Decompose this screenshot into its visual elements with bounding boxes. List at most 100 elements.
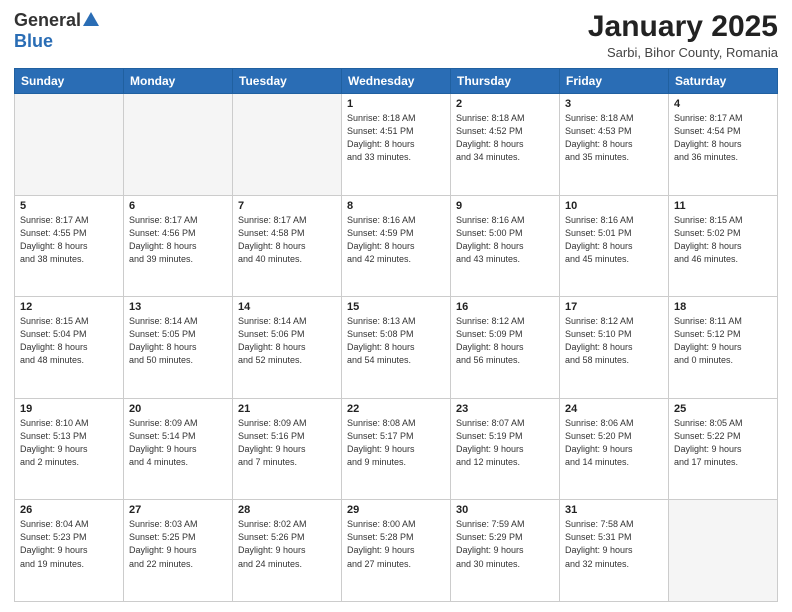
day-info: Sunrise: 8:17 AM Sunset: 4:54 PM Dayligh… (674, 112, 772, 164)
calendar-cell: 23 Sunrise: 8:07 AM Sunset: 5:19 PM Dayli… (451, 398, 560, 500)
logo-triangle-icon (83, 12, 99, 26)
day-number: 9 (456, 200, 554, 212)
calendar-cell: 12 Sunrise: 8:15 AM Sunset: 5:04 PM Dayli… (15, 297, 124, 399)
day-number: 25 (674, 403, 772, 415)
day-number: 26 (20, 504, 118, 516)
calendar-cell: 13 Sunrise: 8:14 AM Sunset: 5:05 PM Dayli… (124, 297, 233, 399)
day-info: Sunrise: 8:06 AM Sunset: 5:20 PM Dayligh… (565, 417, 663, 469)
day-info: Sunrise: 8:15 AM Sunset: 5:02 PM Dayligh… (674, 214, 772, 266)
day-info: Sunrise: 8:17 AM Sunset: 4:58 PM Dayligh… (238, 214, 336, 266)
calendar-cell (669, 500, 778, 602)
calendar-cell (233, 94, 342, 196)
day-info: Sunrise: 8:05 AM Sunset: 5:22 PM Dayligh… (674, 417, 772, 469)
calendar-cell: 24 Sunrise: 8:06 AM Sunset: 5:20 PM Dayli… (560, 398, 669, 500)
day-number: 27 (129, 504, 227, 516)
calendar-cell: 21 Sunrise: 8:09 AM Sunset: 5:16 PM Dayli… (233, 398, 342, 500)
day-info: Sunrise: 8:18 AM Sunset: 4:52 PM Dayligh… (456, 112, 554, 164)
day-info: Sunrise: 8:16 AM Sunset: 5:00 PM Dayligh… (456, 214, 554, 266)
weekday-header-saturday: Saturday (669, 69, 778, 94)
day-number: 23 (456, 403, 554, 415)
day-number: 11 (674, 200, 772, 212)
day-number: 14 (238, 301, 336, 313)
day-number: 4 (674, 98, 772, 110)
calendar-cell: 11 Sunrise: 8:15 AM Sunset: 5:02 PM Dayli… (669, 195, 778, 297)
day-info: Sunrise: 8:14 AM Sunset: 5:06 PM Dayligh… (238, 315, 336, 367)
calendar-cell (124, 94, 233, 196)
day-info: Sunrise: 8:18 AM Sunset: 4:53 PM Dayligh… (565, 112, 663, 164)
day-number: 29 (347, 504, 445, 516)
weekday-header-friday: Friday (560, 69, 669, 94)
calendar-cell: 17 Sunrise: 8:12 AM Sunset: 5:10 PM Dayli… (560, 297, 669, 399)
day-info: Sunrise: 8:14 AM Sunset: 5:05 PM Dayligh… (129, 315, 227, 367)
header: General Blue January 2025 Sarbi, Bihor C… (14, 10, 778, 60)
day-info: Sunrise: 8:15 AM Sunset: 5:04 PM Dayligh… (20, 315, 118, 367)
calendar-cell (15, 94, 124, 196)
calendar-cell: 4 Sunrise: 8:17 AM Sunset: 4:54 PM Daylig… (669, 94, 778, 196)
calendar-cell: 5 Sunrise: 8:17 AM Sunset: 4:55 PM Daylig… (15, 195, 124, 297)
calendar-cell: 22 Sunrise: 8:08 AM Sunset: 5:17 PM Dayli… (342, 398, 451, 500)
day-number: 13 (129, 301, 227, 313)
day-number: 22 (347, 403, 445, 415)
day-info: Sunrise: 8:07 AM Sunset: 5:19 PM Dayligh… (456, 417, 554, 469)
day-info: Sunrise: 7:59 AM Sunset: 5:29 PM Dayligh… (456, 518, 554, 570)
day-info: Sunrise: 8:16 AM Sunset: 5:01 PM Dayligh… (565, 214, 663, 266)
day-number: 5 (20, 200, 118, 212)
logo-blue-text: Blue (14, 31, 53, 52)
calendar-cell: 27 Sunrise: 8:03 AM Sunset: 5:25 PM Dayli… (124, 500, 233, 602)
calendar-cell: 3Sunrise: 8:18 AM Sunset: 4:53 PM Daylig… (560, 94, 669, 196)
day-number: 20 (129, 403, 227, 415)
day-info: Sunrise: 8:11 AM Sunset: 5:12 PM Dayligh… (674, 315, 772, 367)
calendar-cell: 30 Sunrise: 7:59 AM Sunset: 5:29 PM Dayli… (451, 500, 560, 602)
day-info: Sunrise: 8:04 AM Sunset: 5:23 PM Dayligh… (20, 518, 118, 570)
calendar-cell: 25 Sunrise: 8:05 AM Sunset: 5:22 PM Dayli… (669, 398, 778, 500)
logo-general-text: General (14, 10, 81, 31)
day-number: 12 (20, 301, 118, 313)
calendar-table: SundayMondayTuesdayWednesdayThursdayFrid… (14, 68, 778, 602)
day-number: 30 (456, 504, 554, 516)
day-number: 28 (238, 504, 336, 516)
day-number: 6 (129, 200, 227, 212)
calendar-cell: 16 Sunrise: 8:12 AM Sunset: 5:09 PM Dayli… (451, 297, 560, 399)
day-info: Sunrise: 8:00 AM Sunset: 5:28 PM Dayligh… (347, 518, 445, 570)
day-number: 17 (565, 301, 663, 313)
day-number: 21 (238, 403, 336, 415)
day-number: 2 (456, 98, 554, 110)
calendar-cell: 10 Sunrise: 8:16 AM Sunset: 5:01 PM Dayli… (560, 195, 669, 297)
calendar-cell: 14 Sunrise: 8:14 AM Sunset: 5:06 PM Dayli… (233, 297, 342, 399)
day-info: Sunrise: 8:03 AM Sunset: 5:25 PM Dayligh… (129, 518, 227, 570)
day-number: 24 (565, 403, 663, 415)
day-number: 31 (565, 504, 663, 516)
calendar-cell: 18 Sunrise: 8:11 AM Sunset: 5:12 PM Dayli… (669, 297, 778, 399)
calendar-cell: 20 Sunrise: 8:09 AM Sunset: 5:14 PM Dayli… (124, 398, 233, 500)
weekday-header-tuesday: Tuesday (233, 69, 342, 94)
day-info: Sunrise: 8:12 AM Sunset: 5:09 PM Dayligh… (456, 315, 554, 367)
day-number: 15 (347, 301, 445, 313)
weekday-header-monday: Monday (124, 69, 233, 94)
calendar-cell: 28 Sunrise: 8:02 AM Sunset: 5:26 PM Dayli… (233, 500, 342, 602)
day-info: Sunrise: 8:12 AM Sunset: 5:10 PM Dayligh… (565, 315, 663, 367)
day-info: Sunrise: 8:13 AM Sunset: 5:08 PM Dayligh… (347, 315, 445, 367)
day-info: Sunrise: 8:17 AM Sunset: 4:56 PM Dayligh… (129, 214, 227, 266)
day-info: Sunrise: 8:08 AM Sunset: 5:17 PM Dayligh… (347, 417, 445, 469)
day-number: 7 (238, 200, 336, 212)
day-info: Sunrise: 8:16 AM Sunset: 4:59 PM Dayligh… (347, 214, 445, 266)
month-title: January 2025 (588, 10, 778, 43)
calendar-cell: 2 Sunrise: 8:18 AM Sunset: 4:52 PM Daylig… (451, 94, 560, 196)
day-info: Sunrise: 8:09 AM Sunset: 5:16 PM Dayligh… (238, 417, 336, 469)
location: Sarbi, Bihor County, Romania (588, 45, 778, 60)
day-number: 16 (456, 301, 554, 313)
calendar-cell: 7 Sunrise: 8:17 AM Sunset: 4:58 PM Daylig… (233, 195, 342, 297)
title-block: January 2025 Sarbi, Bihor County, Romani… (588, 10, 778, 60)
day-info: Sunrise: 8:18 AM Sunset: 4:51 PM Dayligh… (347, 112, 445, 164)
day-number: 10 (565, 200, 663, 212)
calendar-cell: 8 Sunrise: 8:16 AM Sunset: 4:59 PM Daylig… (342, 195, 451, 297)
day-info: Sunrise: 8:02 AM Sunset: 5:26 PM Dayligh… (238, 518, 336, 570)
day-number: 8 (347, 200, 445, 212)
day-info: Sunrise: 8:17 AM Sunset: 4:55 PM Dayligh… (20, 214, 118, 266)
weekday-header-thursday: Thursday (451, 69, 560, 94)
calendar-cell: 19Sunrise: 8:10 AM Sunset: 5:13 PM Dayli… (15, 398, 124, 500)
weekday-header-sunday: Sunday (15, 69, 124, 94)
day-info: Sunrise: 8:09 AM Sunset: 5:14 PM Dayligh… (129, 417, 227, 469)
day-info: Sunrise: 7:58 AM Sunset: 5:31 PM Dayligh… (565, 518, 663, 570)
day-number: 18 (674, 301, 772, 313)
